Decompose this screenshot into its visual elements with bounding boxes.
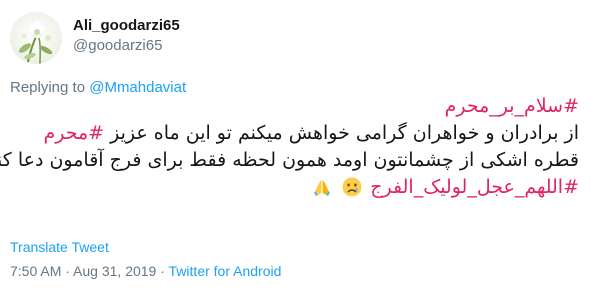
- tweet-line-2: از برادران و خواهران گرامی خواهش میکنم ت…: [9, 120, 579, 147]
- tweet-card: Ali_goodarzi65 @goodarzi65 Replying to @…: [0, 0, 591, 295]
- tweet-line-2-text: از برادران و خواهران گرامی خواهش میکنم ت…: [110, 122, 579, 144]
- tweet-line-3: قطره اشکی از چشمانتون اومد همون لحظه فقط…: [0, 147, 579, 174]
- tweet-line-1: #سلام_بر_محرم: [9, 93, 579, 120]
- crying-face-icon: [342, 177, 362, 205]
- tweet-time[interactable]: 7:50 AM: [10, 263, 61, 279]
- hashtag-moharram[interactable]: #محرم: [43, 122, 104, 144]
- author-handle[interactable]: @goodarzi65: [73, 37, 180, 55]
- flower-photo-icon: [19, 21, 53, 64]
- tweet-meta: 7:50 AM · Aug 31, 2019 · Twitter for And…: [10, 263, 281, 279]
- tweet-date[interactable]: Aug 31, 2019: [73, 263, 156, 279]
- tweet-line-4: #اللهم_عجل_لولیک_الفرج: [9, 174, 579, 205]
- author-display-name[interactable]: Ali_goodarzi65: [73, 17, 180, 35]
- tweet-source-link[interactable]: Twitter for Android: [169, 263, 282, 279]
- meta-separator: ·: [156, 263, 169, 279]
- hashtag-salam-bar-moharram[interactable]: #سلام_بر_محرم: [445, 95, 579, 117]
- tweet-text: #سلام_بر_محرم از برادران و خواهران گرامی…: [0, 93, 579, 205]
- hashtag-allahumma-ajjil[interactable]: #اللهم_عجل_لولیک_الفرج: [370, 176, 579, 198]
- author-names: Ali_goodarzi65 @goodarzi65: [73, 17, 180, 55]
- translate-tweet-link[interactable]: Translate Tweet: [10, 239, 109, 255]
- meta-separator: ·: [61, 263, 74, 279]
- avatar[interactable]: [10, 12, 62, 64]
- tweet-header: Ali_goodarzi65 @goodarzi65: [10, 12, 180, 64]
- folded-hands-icon: [312, 177, 332, 205]
- tweet-line-3-text: قطره اشکی از چشمانتون اومد همون لحظه فقط…: [0, 149, 579, 171]
